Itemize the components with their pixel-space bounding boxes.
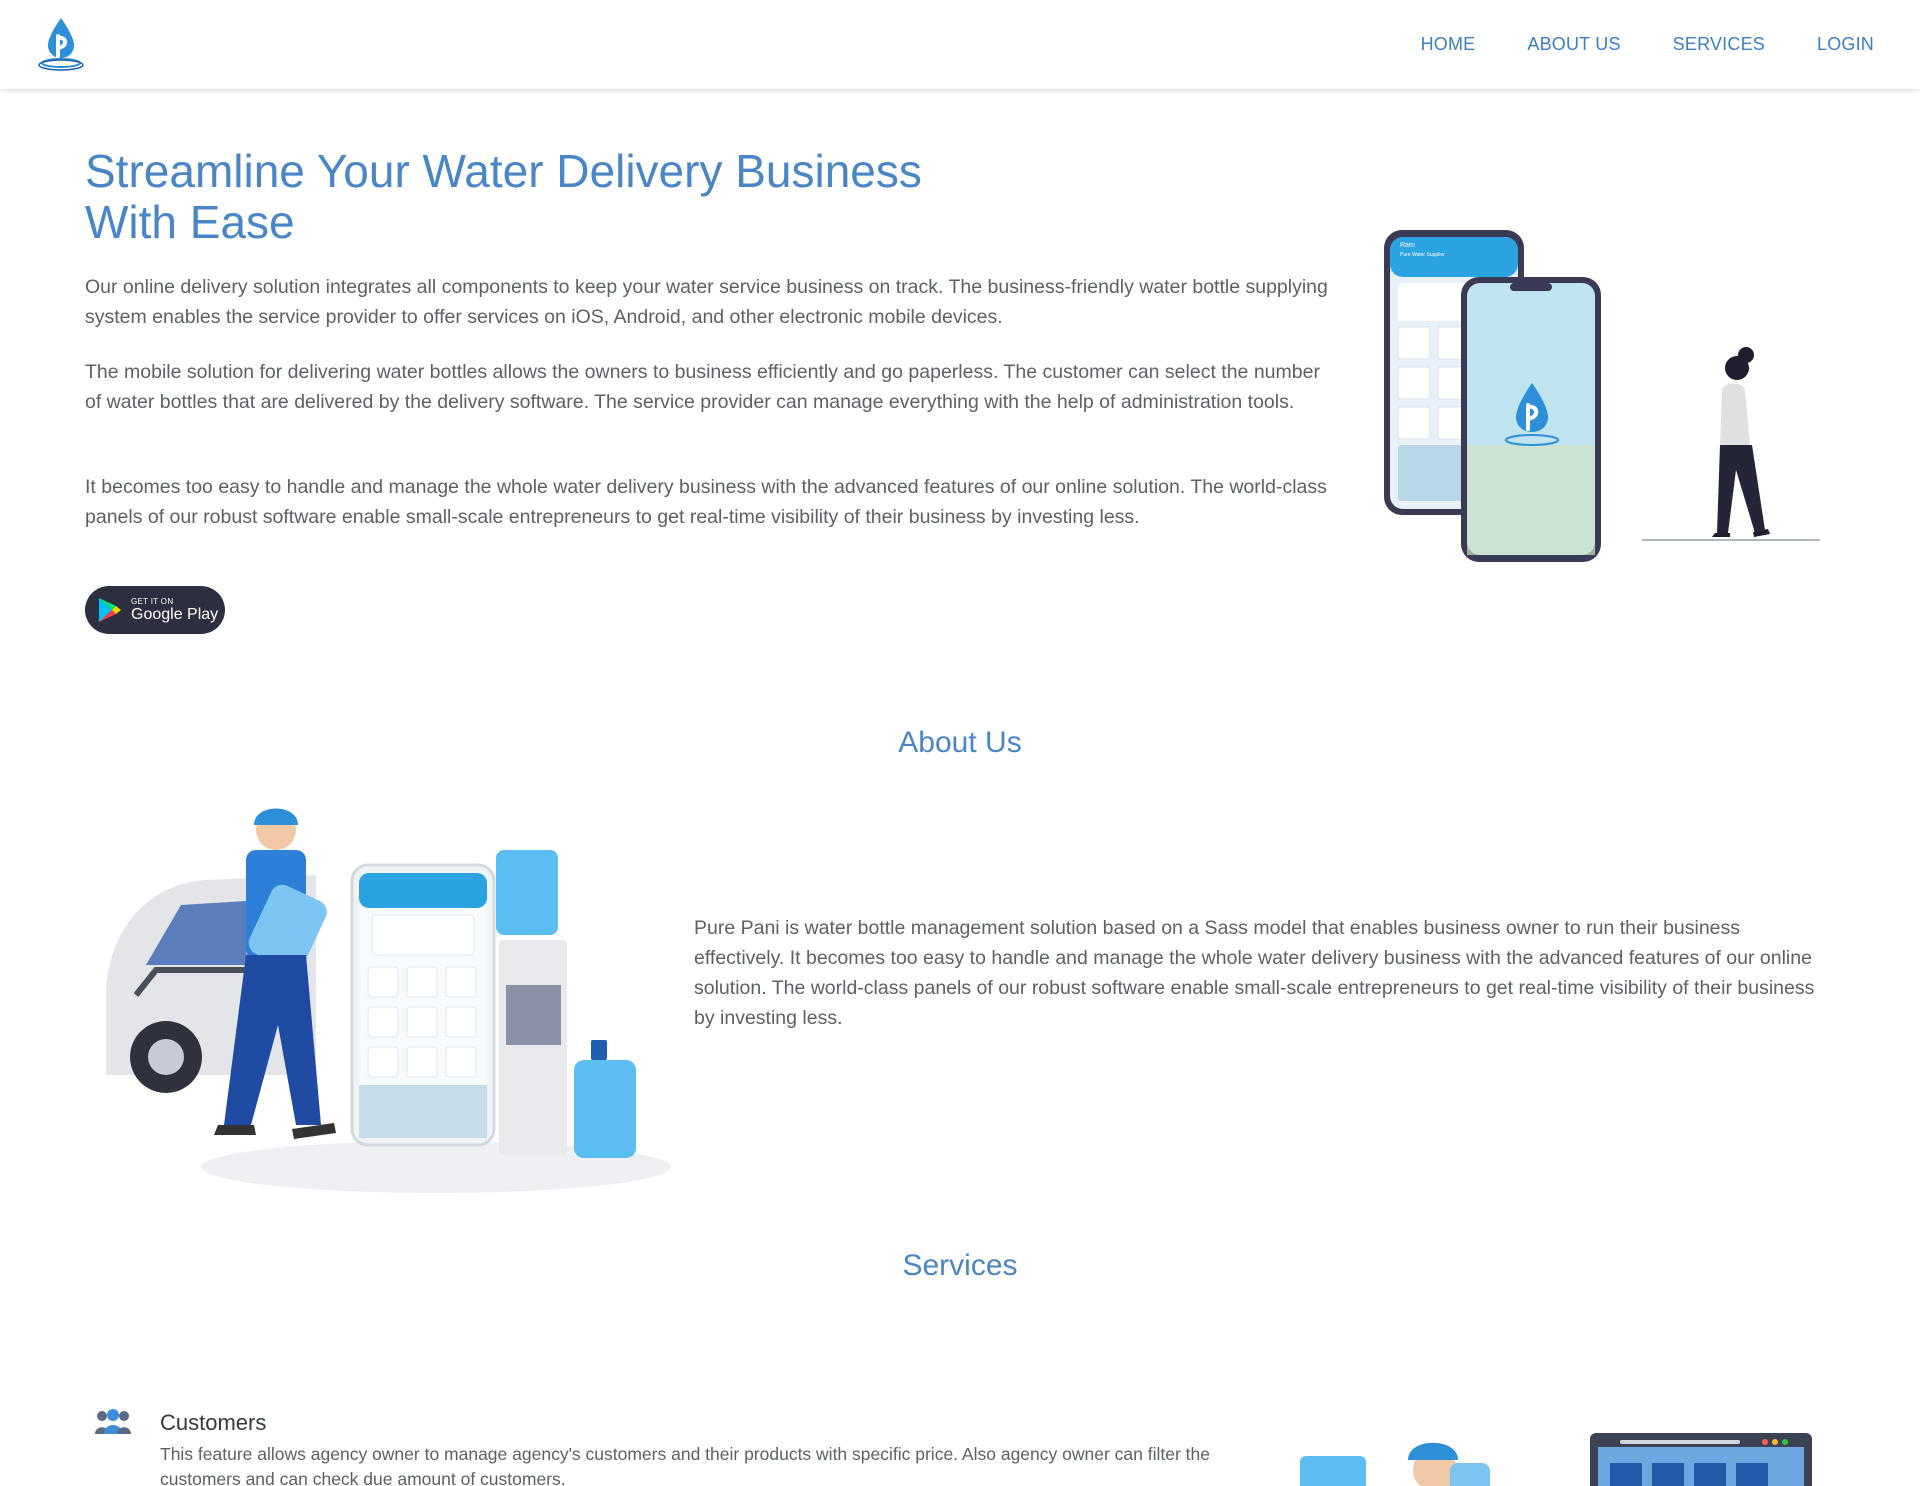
site-header: HOME ABOUT US SERVICES LOGIN	[0, 0, 1920, 89]
hero-paragraph: The mobile solution for delivering water…	[85, 361, 1320, 413]
nav-about-us-link[interactable]: ABOUT US	[1527, 34, 1620, 55]
customers-icon	[95, 1409, 131, 1434]
delivery-man-illustration	[106, 808, 671, 1193]
about-us-text: Pure Pani is water bottle management sol…	[694, 917, 1815, 1029]
water-drop-logo-icon[interactable]	[36, 14, 86, 74]
nav-services-link[interactable]: SERVICES	[1673, 34, 1765, 55]
main-nav: HOME ABOUT US SERVICES LOGIN	[1369, 0, 1874, 89]
hero-title: Streamline Your Water Delivery Business …	[85, 146, 965, 248]
phone-screen-subtitle: Pure Water Supplier	[1400, 252, 1445, 258]
google-play-small-text: GET IT ON	[131, 596, 174, 606]
service-customers-description: This feature allows agency owner to mana…	[160, 1444, 1210, 1486]
hero-paragraph: It becomes too easy to handle and manage…	[85, 476, 1327, 528]
hero-phones-illustration: Ram Pure Water Supplier	[1384, 230, 1820, 562]
services-heading: Services	[902, 1249, 1018, 1282]
google-play-big-text: Google Play	[131, 605, 219, 623]
about-us-heading: About Us	[898, 726, 1022, 759]
nav-login-link[interactable]: LOGIN	[1817, 34, 1874, 55]
hero-title-line2: With Ease	[85, 196, 295, 248]
google-play-label: GET IT ON Google Play	[131, 597, 218, 624]
google-play-button[interactable]: GET IT ON Google Play	[85, 586, 225, 634]
google-play-icon	[99, 598, 121, 622]
hero-paragraph: Our online delivery solution integrates …	[85, 276, 1328, 328]
service-customers-title: Customers	[160, 1410, 267, 1435]
services-illustration	[1300, 1433, 1812, 1486]
nav-home-link[interactable]: HOME	[1421, 34, 1476, 55]
phone-screen-name: Ram	[1400, 242, 1415, 249]
hero-title-line1: Streamline Your Water Delivery Business	[85, 145, 922, 197]
